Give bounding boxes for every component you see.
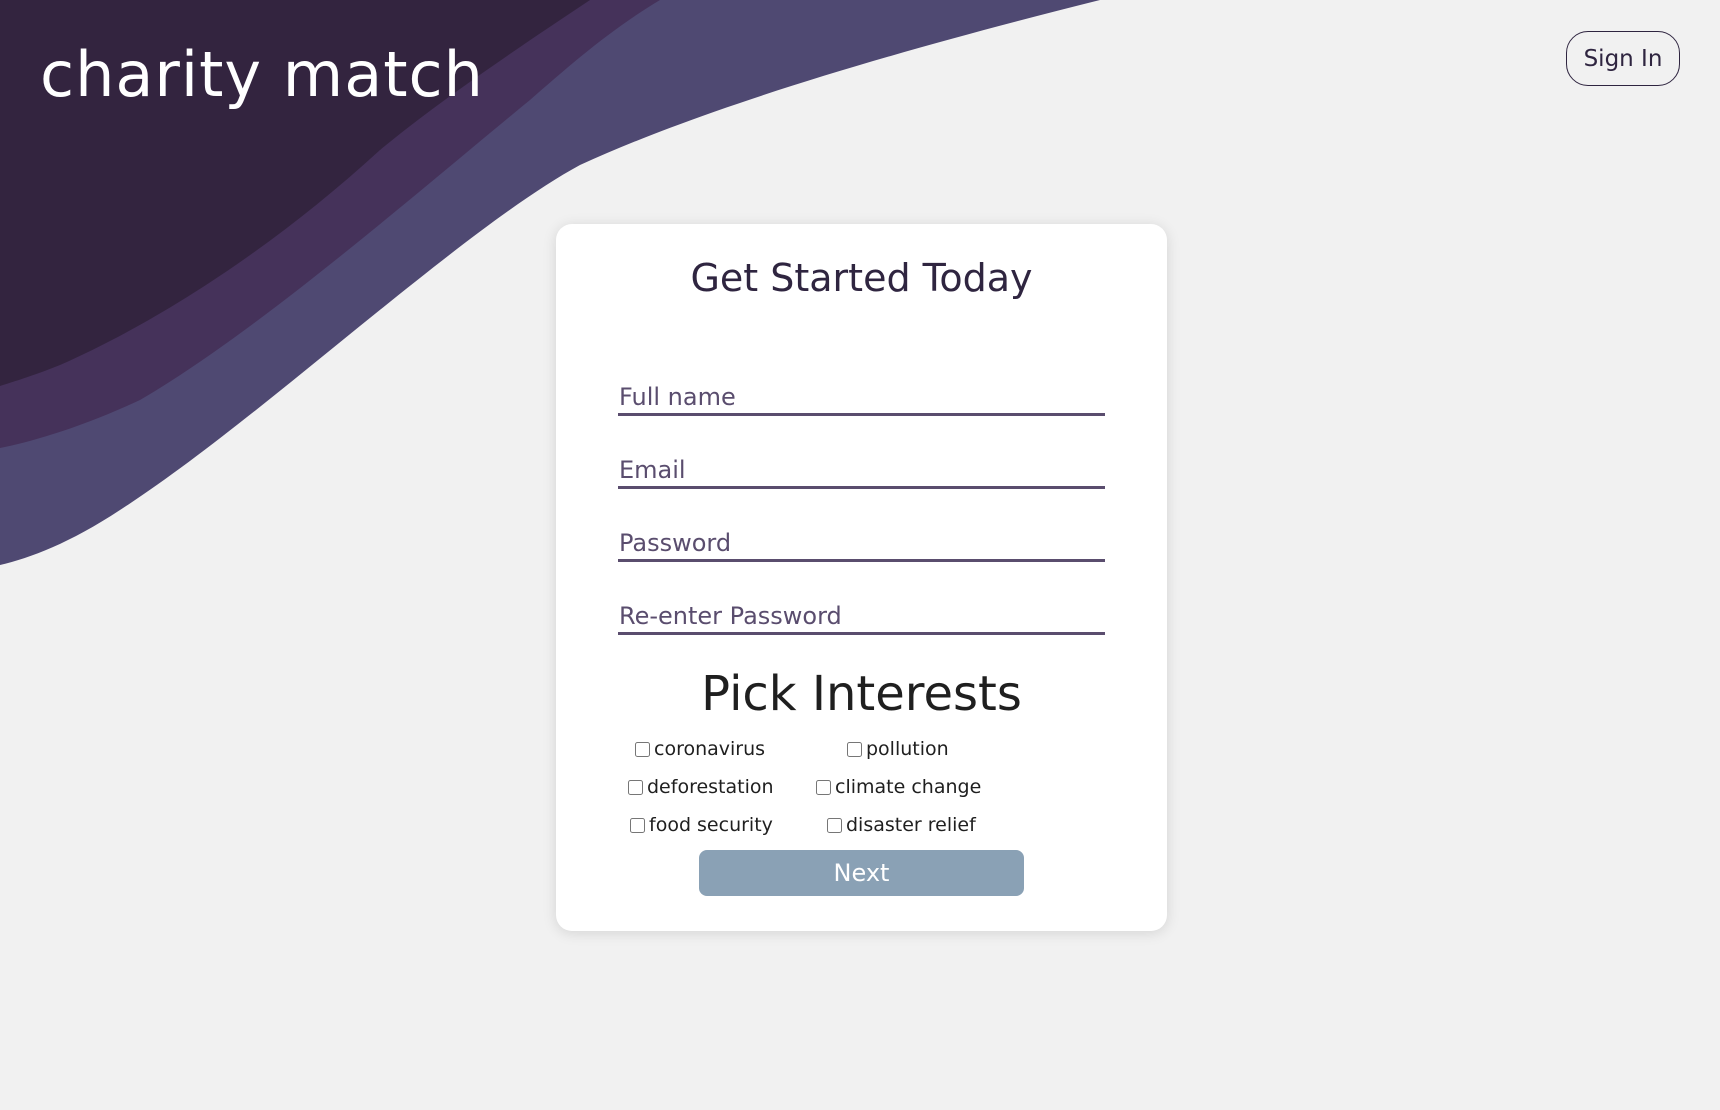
full-name-input[interactable] <box>618 380 1105 416</box>
interest-label-pollution: pollution <box>866 738 949 760</box>
interest-checkbox-deforestation[interactable] <box>628 779 643 795</box>
interest-label-disaster-relief: disaster relief <box>846 814 976 836</box>
interest-checkbox-disaster-relief[interactable] <box>827 817 842 833</box>
interest-option-food-security[interactable]: food security <box>630 814 773 836</box>
interest-option-disaster-relief[interactable]: disaster relief <box>827 814 976 836</box>
site-logo[interactable]: charity match <box>40 30 484 120</box>
interest-option-deforestation[interactable]: deforestation <box>628 776 774 798</box>
interest-checkbox-food-security[interactable] <box>630 817 645 833</box>
next-button[interactable]: Next <box>699 850 1024 896</box>
interest-label-food-security: food security <box>649 814 773 836</box>
interest-option-pollution[interactable]: pollution <box>847 738 949 760</box>
email-input[interactable] <box>618 453 1105 489</box>
interest-label-coronavirus: coronavirus <box>654 738 766 760</box>
password-input[interactable] <box>618 526 1105 562</box>
sign-in-button[interactable]: Sign In <box>1566 31 1680 86</box>
interests-heading: Pick Interests <box>701 666 1022 722</box>
interest-label-deforestation: deforestation <box>647 776 774 798</box>
signup-card: Get Started Today Pick Interests coronav… <box>556 224 1167 931</box>
interest-checkbox-climate-change[interactable] <box>816 779 831 795</box>
form-title: Get Started Today <box>690 256 1033 300</box>
interest-checkbox-pollution[interactable] <box>847 741 862 757</box>
reenter-password-input[interactable] <box>618 599 1105 635</box>
interest-option-climate-change[interactable]: climate change <box>816 776 981 798</box>
interest-checkbox-coronavirus[interactable] <box>635 741 650 757</box>
interest-option-coronavirus[interactable]: coronavirus <box>635 738 765 760</box>
interest-label-climate-change: climate change <box>835 776 982 798</box>
